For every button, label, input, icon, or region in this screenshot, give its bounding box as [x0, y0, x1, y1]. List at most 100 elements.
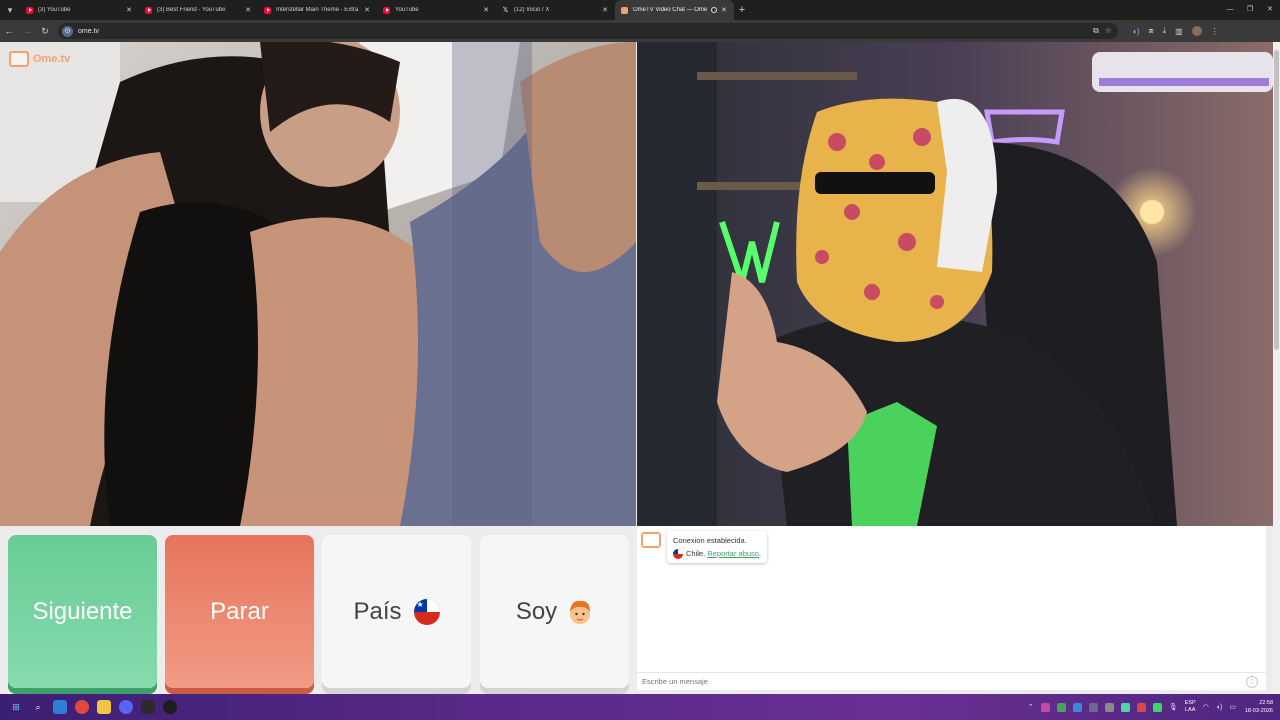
- tray-overflow-icon[interactable]: ⌃: [1028, 703, 1034, 711]
- volume-icon[interactable]: ◖): [1216, 704, 1223, 711]
- downloads-icon[interactable]: ⤓: [1163, 26, 1167, 36]
- ometv-logo[interactable]: Ome.tv: [9, 51, 70, 67]
- app-icon[interactable]: [141, 700, 155, 714]
- discord-icon[interactable]: [119, 700, 133, 714]
- tab-youtube-4[interactable]: YouTube ✕: [377, 0, 496, 20]
- youtube-icon: [264, 6, 271, 14]
- tray-app-icon[interactable]: [1136, 702, 1146, 712]
- country-select-button[interactable]: País ★: [322, 535, 471, 688]
- file-explorer-icon[interactable]: [97, 700, 111, 714]
- new-tab-button[interactable]: +: [734, 4, 750, 16]
- message-input[interactable]: [642, 677, 1246, 686]
- partner-country-row: Chile. Reportar abuso.: [673, 547, 761, 560]
- clock-date: 18-03-2026: [1244, 708, 1273, 714]
- tab-title: Interstellar Main Theme - Extra: [276, 7, 359, 13]
- control-panel: Siguiente Parar País ★ Soy: [0, 526, 636, 694]
- gender-button-label: Soy: [515, 597, 558, 625]
- gender-select-button[interactable]: Soy: [480, 535, 629, 688]
- minimize-icon[interactable]: —: [1220, 0, 1240, 20]
- tray-app-icon[interactable]: [1120, 702, 1130, 712]
- sidebar-icon[interactable]: ▥: [1175, 27, 1183, 36]
- stranger-video-frame: [0, 42, 636, 526]
- battery-icon[interactable]: ▭: [1229, 703, 1236, 711]
- tray-app-icon[interactable]: [1072, 702, 1082, 712]
- youtube-icon: [383, 6, 390, 14]
- chile-flag-icon: [673, 549, 683, 560]
- language-code: ESP: [1184, 700, 1196, 706]
- page-scrollbar[interactable]: [1273, 42, 1280, 694]
- tab-youtube-3[interactable]: Interstellar Main Theme - Extra ✕: [258, 0, 377, 20]
- windows-start-icon[interactable]: ⊞: [9, 700, 23, 714]
- tab-title: YouTube: [395, 7, 419, 13]
- bookmark-star-icon[interactable]: ☆: [1105, 26, 1112, 36]
- clock-time: 22:58: [1259, 700, 1273, 706]
- partner-country-text: Chile.: [686, 549, 706, 558]
- close-window-icon[interactable]: ✕: [1260, 0, 1280, 20]
- next-button[interactable]: Siguiente: [8, 535, 157, 688]
- stranger-video: Ome.tv: [0, 42, 636, 526]
- boy-emoji-icon: [570, 600, 591, 624]
- tab-close-icon[interactable]: ✕: [363, 6, 371, 14]
- widgets-icon[interactable]: [53, 700, 67, 714]
- extensions-icon[interactable]: ⧈: [1149, 26, 1154, 36]
- emoji-icon[interactable]: ☺: [1246, 675, 1258, 688]
- ometv-icon: [621, 6, 628, 14]
- ometv-logo-icon: [641, 532, 661, 548]
- tray-app-icon[interactable]: [1040, 702, 1050, 712]
- tab-close-icon[interactable]: ✕: [244, 6, 252, 14]
- wifi-icon[interactable]: ◠: [1203, 703, 1209, 711]
- tray-app-icon[interactable]: [1088, 702, 1098, 712]
- ometv-page: Ome.tv Siguiente Parar País ★ Soy Conexi…: [0, 42, 1280, 694]
- tab-youtube-2[interactable]: (3) Best Friend - YouTube ✕: [139, 0, 258, 20]
- tab-youtube-1[interactable]: (3) YouTube ✕: [20, 0, 139, 20]
- forward-icon[interactable]: →: [18, 26, 36, 36]
- tab-close-icon[interactable]: ✕: [482, 6, 490, 14]
- tab-x[interactable]: 𝕏 (12) Inicio / X ✕: [496, 0, 615, 20]
- back-icon[interactable]: ←: [0, 26, 18, 36]
- next-button-label: Siguiente: [32, 597, 133, 625]
- tab-title: (12) Inicio / X: [514, 7, 550, 13]
- system-clock[interactable]: 22:58 18-03-2026: [1245, 699, 1273, 715]
- site-info-icon[interactable]: ⊙: [62, 25, 73, 37]
- tab-title: (3) Best Friend - YouTube: [157, 7, 226, 13]
- obs-icon[interactable]: [163, 700, 177, 714]
- menu-icon[interactable]: ⋮: [1211, 27, 1219, 36]
- reload-icon[interactable]: ↻: [36, 26, 54, 37]
- youtube-icon: [145, 6, 152, 14]
- self-camera-video: [637, 42, 1273, 526]
- scrollbar-thumb[interactable]: [1274, 50, 1279, 350]
- tab-title: OmeTV Video Chat — Ome: [633, 7, 708, 13]
- search-icon[interactable]: ⌕: [31, 700, 45, 714]
- youtube-icon: [26, 6, 33, 14]
- tab-ometv[interactable]: OmeTV Video Chat — Ome ✕: [615, 0, 734, 20]
- tray-app-icon[interactable]: [1056, 702, 1066, 712]
- tab-title: (3) YouTube: [38, 7, 71, 13]
- microphone-icon[interactable]: 🎙: [1169, 703, 1178, 711]
- country-button-label: País: [353, 597, 402, 625]
- report-suffix: .: [758, 549, 762, 558]
- chrome-icon[interactable]: [75, 700, 89, 714]
- system-tray: ⌃ 🎙 ESP LAA ◠ ◖) ▭: [1028, 694, 1236, 720]
- tray-app-icon[interactable]: [1104, 702, 1114, 712]
- x-icon: 𝕏: [502, 6, 509, 14]
- media-icon[interactable]: ◖): [1132, 27, 1140, 36]
- url-text: ome.tv: [78, 27, 100, 35]
- tray-app-icon[interactable]: [1152, 702, 1162, 712]
- report-abuse-link[interactable]: Reportar abuso: [707, 549, 759, 558]
- address-bar: ← → ↻ ⊙ ome.tv ⧉ ☆ ◖) ⧈ ⤓ ▥ ⋮: [0, 20, 1280, 42]
- tab-close-icon[interactable]: ✕: [601, 6, 609, 14]
- restore-icon[interactable]: ❐: [1240, 0, 1260, 20]
- stop-button[interactable]: Parar: [165, 535, 314, 688]
- keyboard-layout: LAA: [1184, 707, 1196, 713]
- url-input[interactable]: ⊙ ome.tv ⧉ ☆: [58, 23, 1118, 39]
- window-controls: — ❐ ✕: [1220, 0, 1280, 20]
- windows-taskbar: ⊞ ⌕ ⌃ 🎙 ESP LAA ◠ ◖) ▭ 22:58 18-03-2026: [0, 694, 1280, 720]
- tab-search-icon[interactable]: ▾: [0, 0, 20, 20]
- message-composer: ☺: [637, 672, 1266, 690]
- tab-close-icon[interactable]: ✕: [720, 6, 728, 14]
- profile-avatar[interactable]: [1191, 26, 1202, 36]
- input-language[interactable]: ESP LAA: [1185, 700, 1196, 714]
- tab-close-icon[interactable]: ✕: [125, 6, 133, 14]
- cast-icon[interactable]: ⧉: [1093, 26, 1099, 36]
- ometv-logo-text: Ome.tv: [33, 53, 71, 65]
